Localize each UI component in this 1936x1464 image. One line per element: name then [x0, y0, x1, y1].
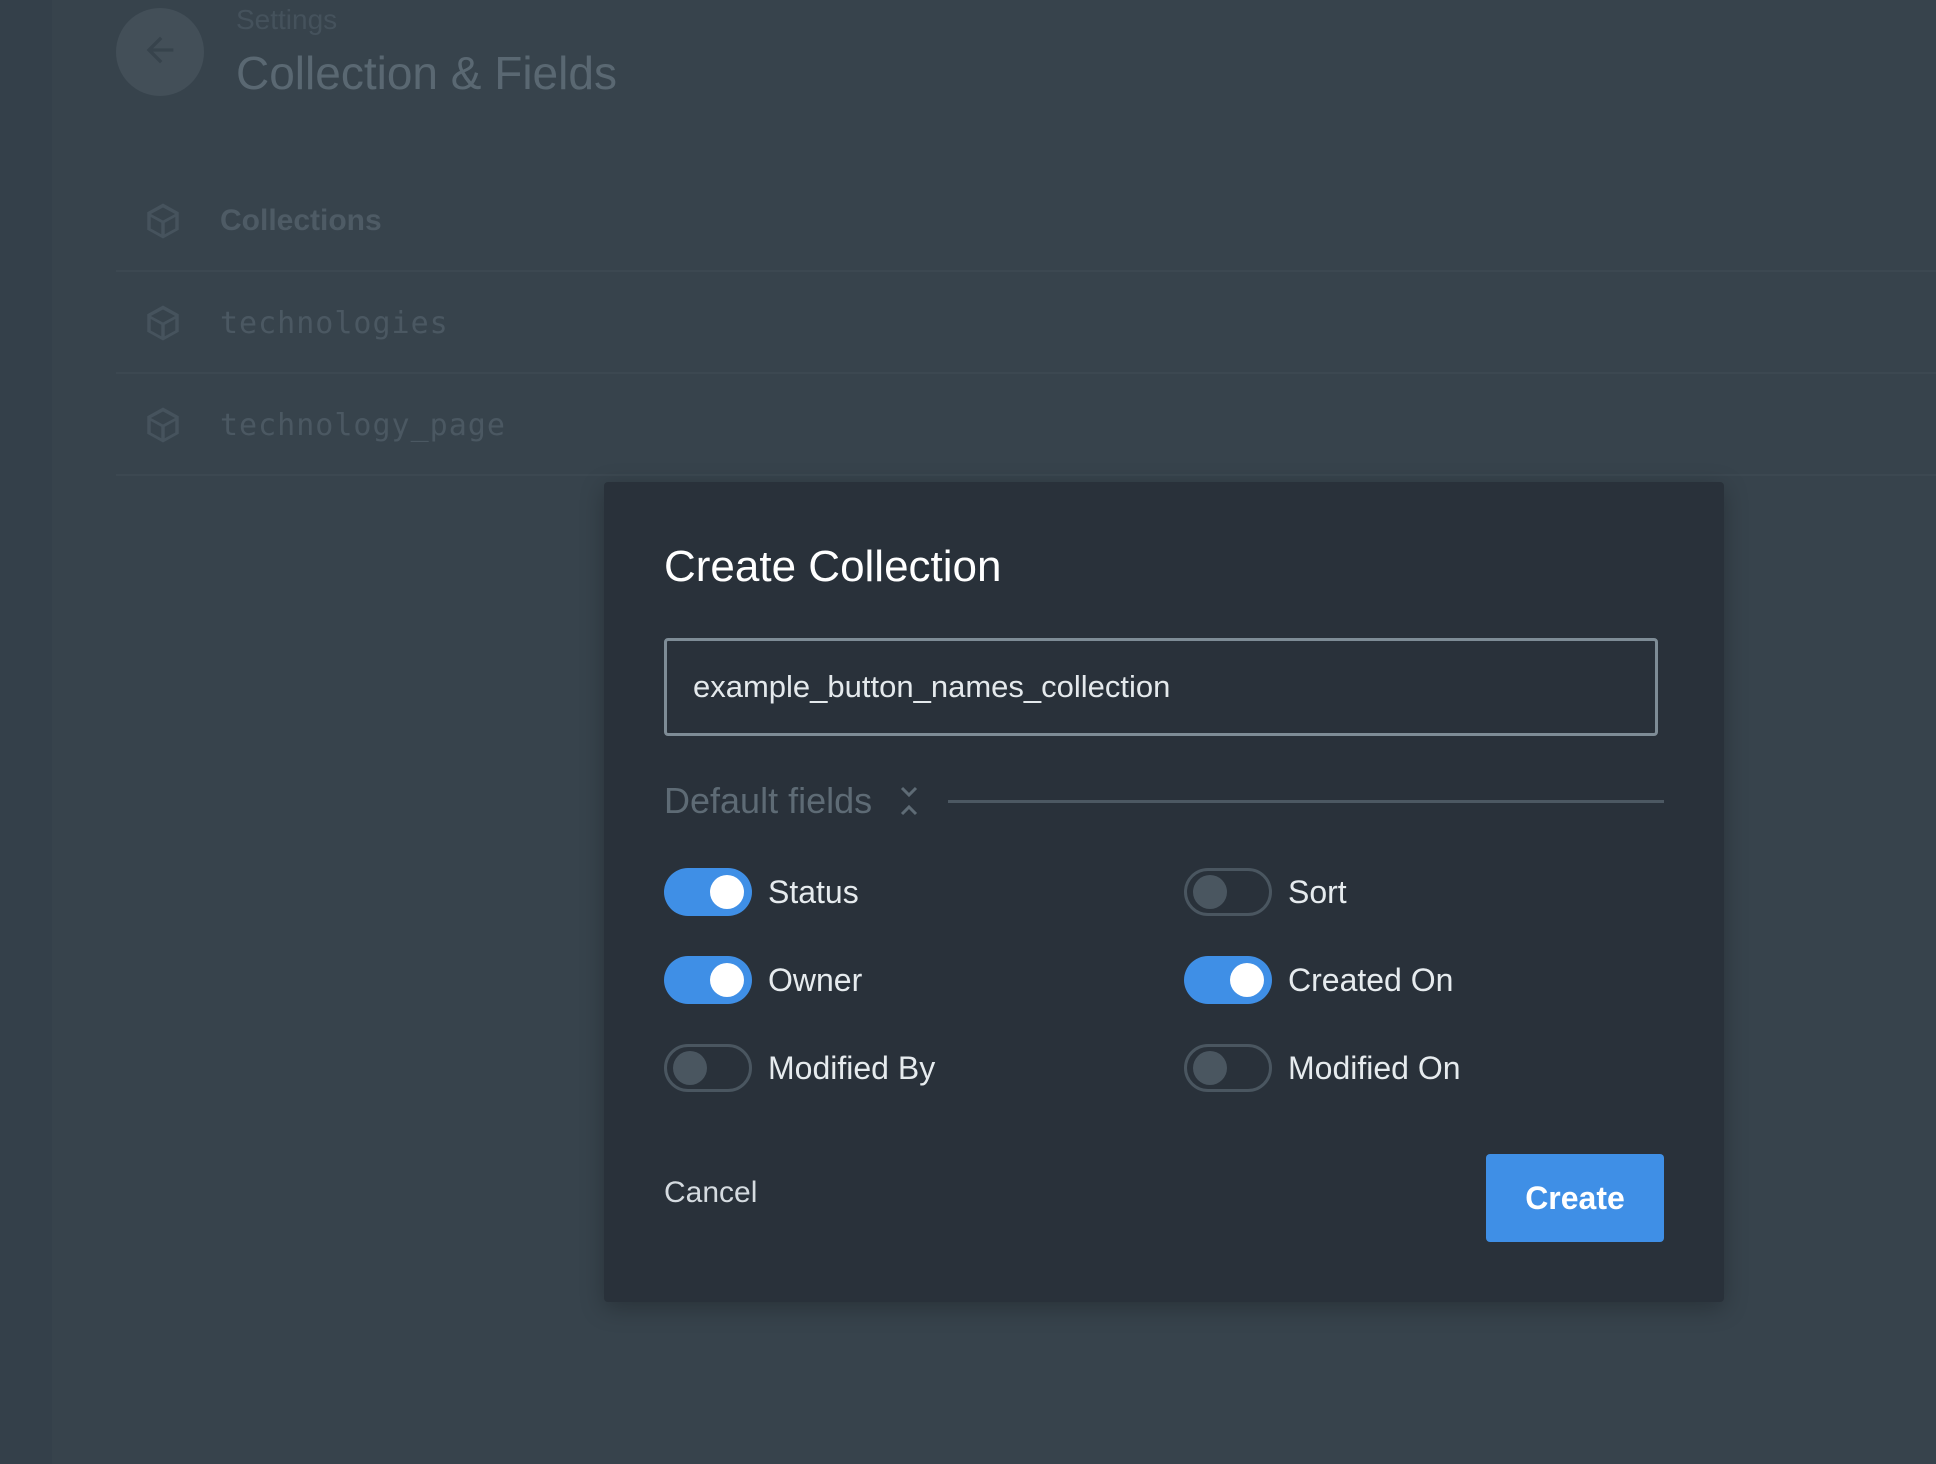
toggle-switch[interactable] — [664, 1044, 752, 1092]
toggle-switch[interactable] — [664, 868, 752, 916]
toggle-switch[interactable] — [1184, 868, 1272, 916]
toggle-label: Modified By — [768, 1049, 936, 1086]
collections-header: Collections — [116, 170, 1936, 272]
dialog-title: Create Collection — [664, 542, 1002, 591]
list-item[interactable]: technologies — [116, 272, 1936, 374]
box-icon — [147, 203, 179, 239]
default-fields-header: Default fields — [664, 780, 1664, 824]
collection-name-input[interactable] — [664, 638, 1658, 736]
default-fields-label: Default fields — [664, 780, 873, 821]
toggle-switch[interactable] — [664, 956, 752, 1004]
toggle-label: Sort — [1288, 873, 1347, 910]
box-icon — [147, 407, 179, 443]
arrow-left-icon — [140, 30, 180, 75]
toggle-label: Owner — [768, 961, 863, 998]
create-collection-dialog: Create Collection Default fields Status … — [604, 482, 1724, 1302]
collections-header-label: Collections — [220, 204, 382, 237]
divider — [948, 800, 1664, 803]
toggle-modified-on[interactable]: Modified On — [1184, 1044, 1461, 1092]
toggle-label: Status — [768, 873, 859, 910]
toggle-modified-by[interactable]: Modified By — [664, 1044, 935, 1092]
toggle-label: Modified On — [1288, 1049, 1461, 1086]
toggle-switch[interactable] — [1184, 956, 1272, 1004]
page-title: Collection & Fields — [236, 47, 617, 99]
collections-list: Collections technologies technology_page — [116, 170, 1936, 476]
toggle-status[interactable]: Status — [664, 868, 859, 916]
breadcrumb[interactable]: Settings — [236, 4, 337, 36]
toggle-switch[interactable] — [1184, 1044, 1272, 1092]
toggle-sort[interactable]: Sort — [1184, 868, 1347, 916]
collection-name: technologies — [220, 306, 449, 341]
create-button[interactable]: Create — [1486, 1154, 1664, 1242]
toggle-label: Created On — [1288, 961, 1454, 998]
left-rail — [0, 0, 52, 1464]
cancel-button[interactable]: Cancel — [664, 1176, 757, 1210]
toggle-created-on[interactable]: Created On — [1184, 956, 1453, 1004]
toggle-owner[interactable]: Owner — [664, 956, 862, 1004]
box-icon — [147, 305, 179, 341]
list-item[interactable]: technology_page — [116, 374, 1936, 476]
back-button[interactable] — [116, 8, 204, 96]
collection-name: technology_page — [220, 408, 506, 443]
chevron-collapse-icon[interactable] — [898, 784, 920, 818]
